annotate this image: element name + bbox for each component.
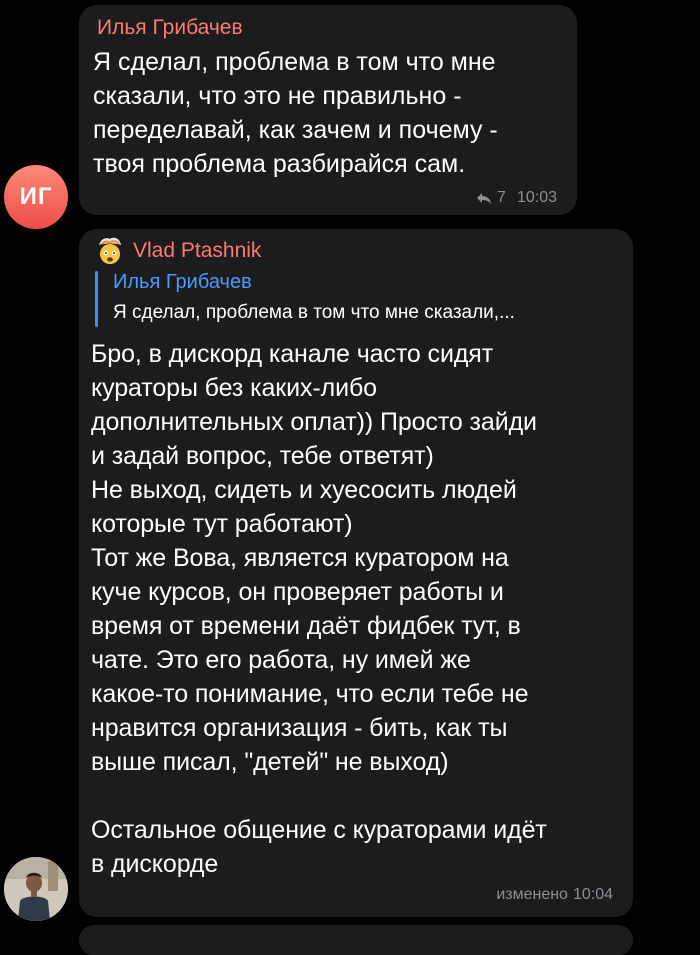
exploding-head-emoji-icon <box>95 235 125 265</box>
reply-quote-sender: Илья Грибачев <box>113 271 252 293</box>
sender-name[interactable]: Илья Грибачев <box>97 16 243 40</box>
avatar[interactable] <box>4 857 68 921</box>
message-bubble-2[interactable]: Vlad Ptashnik Илья Грибачев Я сделал, пр… <box>79 229 633 917</box>
reply-quote-text: Я сделал, проблема в том что мне сказали… <box>113 302 515 323</box>
reply-count[interactable]: 7 <box>497 189 506 207</box>
avatar-initials: ИГ <box>19 183 53 210</box>
message-bubble-1[interactable]: Илья Грибачев Я сделал, проблема в том ч… <box>79 5 577 215</box>
avatar-photo-icon <box>4 857 68 921</box>
reply-accent-bar <box>95 271 98 327</box>
message-time: 10:04 <box>572 886 613 903</box>
edited-label: изменено <box>496 886 568 903</box>
message-bubble-3[interactable] <box>79 925 633 955</box>
message-meta: 7 10:03 <box>476 189 557 207</box>
reply-quote[interactable]: Илья Грибачев Я сделал, проблема в том ч… <box>95 271 617 329</box>
message-text: Я сделал, проблема в том что мне сказали… <box>93 48 498 178</box>
message-text: Бро, в дискорд канале часто сидят курато… <box>91 340 547 878</box>
reply-arrow-icon[interactable] <box>476 192 492 205</box>
avatar[interactable]: ИГ <box>4 165 68 229</box>
message-time: 10:03 <box>516 189 557 206</box>
sender-name[interactable]: Vlad Ptashnik <box>133 239 261 263</box>
message-meta: изменено 10:04 <box>496 886 613 904</box>
